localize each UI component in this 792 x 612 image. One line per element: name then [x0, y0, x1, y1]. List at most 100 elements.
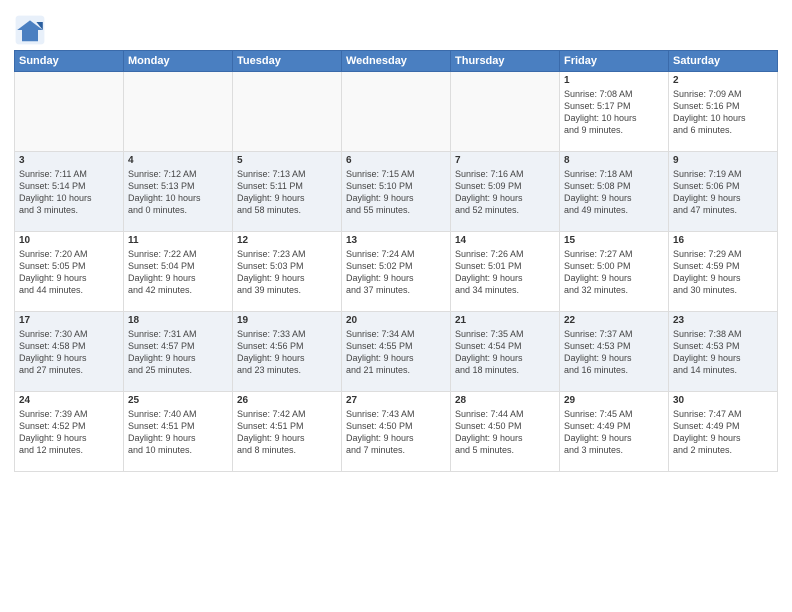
- day-number: 16: [673, 235, 773, 246]
- calendar-cell: 19 Sunrise: 7:33 AM Sunset: 4:56 PM Dayli…: [233, 312, 342, 392]
- calendar-cell: [451, 72, 560, 152]
- day-info: Sunrise: 7:18 AM Sunset: 5:08 PM Dayligh…: [564, 168, 664, 217]
- day-number: 21: [455, 315, 555, 326]
- day-info: Sunrise: 7:42 AM Sunset: 4:51 PM Dayligh…: [237, 408, 337, 457]
- col-header-thursday: Thursday: [451, 51, 560, 72]
- day-info: Sunrise: 7:12 AM Sunset: 5:13 PM Dayligh…: [128, 168, 228, 217]
- day-number: 20: [346, 315, 446, 326]
- calendar-cell: 2 Sunrise: 7:09 AM Sunset: 5:16 PM Daylig…: [669, 72, 778, 152]
- calendar-header-row: SundayMondayTuesdayWednesdayThursdayFrid…: [15, 51, 778, 72]
- calendar-cell: 7 Sunrise: 7:16 AM Sunset: 5:09 PM Daylig…: [451, 152, 560, 232]
- calendar-cell: 24 Sunrise: 7:39 AM Sunset: 4:52 PM Dayli…: [15, 392, 124, 472]
- day-number: 9: [673, 155, 773, 166]
- day-number: 14: [455, 235, 555, 246]
- calendar-cell: 27 Sunrise: 7:43 AM Sunset: 4:50 PM Dayli…: [342, 392, 451, 472]
- day-number: 27: [346, 395, 446, 406]
- day-number: 19: [237, 315, 337, 326]
- day-info: Sunrise: 7:15 AM Sunset: 5:10 PM Dayligh…: [346, 168, 446, 217]
- calendar-cell: [233, 72, 342, 152]
- day-info: Sunrise: 7:08 AM Sunset: 5:17 PM Dayligh…: [564, 88, 664, 137]
- day-info: Sunrise: 7:20 AM Sunset: 5:05 PM Dayligh…: [19, 248, 119, 297]
- calendar-cell: 20Sunrise: 7:34 AM Sunset: 4:55 PM Dayli…: [342, 312, 451, 392]
- day-number: 24: [19, 395, 119, 406]
- day-info: Sunrise: 7:23 AM Sunset: 5:03 PM Dayligh…: [237, 248, 337, 297]
- calendar-cell: 30Sunrise: 7:47 AM Sunset: 4:49 PM Dayli…: [669, 392, 778, 472]
- calendar-cell: 10 Sunrise: 7:20 AM Sunset: 5:05 PM Dayli…: [15, 232, 124, 312]
- calendar-cell: 1Sunrise: 7:08 AM Sunset: 5:17 PM Daylig…: [560, 72, 669, 152]
- day-info: Sunrise: 7:26 AM Sunset: 5:01 PM Dayligh…: [455, 248, 555, 297]
- calendar-cell: 3 Sunrise: 7:11 AM Sunset: 5:14 PM Daylig…: [15, 152, 124, 232]
- day-info: Sunrise: 7:19 AM Sunset: 5:06 PM Dayligh…: [673, 168, 773, 217]
- day-info: Sunrise: 7:44 AM Sunset: 4:50 PM Dayligh…: [455, 408, 555, 457]
- day-number: 6: [346, 155, 446, 166]
- calendar: SundayMondayTuesdayWednesdayThursdayFrid…: [14, 50, 778, 472]
- day-number: 3: [19, 155, 119, 166]
- day-info: Sunrise: 7:39 AM Sunset: 4:52 PM Dayligh…: [19, 408, 119, 457]
- calendar-cell: [124, 72, 233, 152]
- header: [14, 10, 778, 46]
- logo: [14, 14, 50, 46]
- col-header-wednesday: Wednesday: [342, 51, 451, 72]
- day-number: 7: [455, 155, 555, 166]
- calendar-cell: 18 Sunrise: 7:31 AM Sunset: 4:57 PM Dayli…: [124, 312, 233, 392]
- calendar-cell: 5Sunrise: 7:13 AM Sunset: 5:11 PM Daylig…: [233, 152, 342, 232]
- calendar-cell: 16 Sunrise: 7:29 AM Sunset: 4:59 PM Dayli…: [669, 232, 778, 312]
- day-info: Sunrise: 7:38 AM Sunset: 4:53 PM Dayligh…: [673, 328, 773, 377]
- day-number: 11: [128, 235, 228, 246]
- calendar-cell: 12 Sunrise: 7:23 AM Sunset: 5:03 PM Dayli…: [233, 232, 342, 312]
- day-info: Sunrise: 7:24 AM Sunset: 5:02 PM Dayligh…: [346, 248, 446, 297]
- calendar-cell: 23 Sunrise: 7:38 AM Sunset: 4:53 PM Dayli…: [669, 312, 778, 392]
- calendar-cell: 8Sunrise: 7:18 AM Sunset: 5:08 PM Daylig…: [560, 152, 669, 232]
- day-number: 23: [673, 315, 773, 326]
- calendar-cell: 17 Sunrise: 7:30 AM Sunset: 4:58 PM Dayli…: [15, 312, 124, 392]
- calendar-cell: 25Sunrise: 7:40 AM Sunset: 4:51 PM Dayli…: [124, 392, 233, 472]
- day-info: Sunrise: 7:40 AM Sunset: 4:51 PM Dayligh…: [128, 408, 228, 457]
- calendar-cell: 13Sunrise: 7:24 AM Sunset: 5:02 PM Dayli…: [342, 232, 451, 312]
- calendar-cell: 4 Sunrise: 7:12 AM Sunset: 5:13 PM Daylig…: [124, 152, 233, 232]
- col-header-sunday: Sunday: [15, 51, 124, 72]
- calendar-week-2: 3 Sunrise: 7:11 AM Sunset: 5:14 PM Daylig…: [15, 152, 778, 232]
- day-number: 5: [237, 155, 337, 166]
- day-info: Sunrise: 7:43 AM Sunset: 4:50 PM Dayligh…: [346, 408, 446, 457]
- calendar-cell: 26Sunrise: 7:42 AM Sunset: 4:51 PM Dayli…: [233, 392, 342, 472]
- calendar-cell: [15, 72, 124, 152]
- day-info: Sunrise: 7:47 AM Sunset: 4:49 PM Dayligh…: [673, 408, 773, 457]
- day-info: Sunrise: 7:16 AM Sunset: 5:09 PM Dayligh…: [455, 168, 555, 217]
- day-number: 29: [564, 395, 664, 406]
- calendar-week-1: 1Sunrise: 7:08 AM Sunset: 5:17 PM Daylig…: [15, 72, 778, 152]
- day-info: Sunrise: 7:35 AM Sunset: 4:54 PM Dayligh…: [455, 328, 555, 377]
- day-number: 2: [673, 75, 773, 86]
- page-container: SundayMondayTuesdayWednesdayThursdayFrid…: [0, 0, 792, 478]
- calendar-cell: 14 Sunrise: 7:26 AM Sunset: 5:01 PM Dayli…: [451, 232, 560, 312]
- day-number: 10: [19, 235, 119, 246]
- day-number: 28: [455, 395, 555, 406]
- day-info: Sunrise: 7:29 AM Sunset: 4:59 PM Dayligh…: [673, 248, 773, 297]
- day-number: 12: [237, 235, 337, 246]
- day-info: Sunrise: 7:30 AM Sunset: 4:58 PM Dayligh…: [19, 328, 119, 377]
- day-info: Sunrise: 7:33 AM Sunset: 4:56 PM Dayligh…: [237, 328, 337, 377]
- day-info: Sunrise: 7:31 AM Sunset: 4:57 PM Dayligh…: [128, 328, 228, 377]
- calendar-cell: 15Sunrise: 7:27 AM Sunset: 5:00 PM Dayli…: [560, 232, 669, 312]
- calendar-week-3: 10 Sunrise: 7:20 AM Sunset: 5:05 PM Dayli…: [15, 232, 778, 312]
- calendar-cell: 21 Sunrise: 7:35 AM Sunset: 4:54 PM Dayli…: [451, 312, 560, 392]
- calendar-week-4: 17 Sunrise: 7:30 AM Sunset: 4:58 PM Dayli…: [15, 312, 778, 392]
- col-header-saturday: Saturday: [669, 51, 778, 72]
- calendar-cell: 9 Sunrise: 7:19 AM Sunset: 5:06 PM Daylig…: [669, 152, 778, 232]
- day-info: Sunrise: 7:09 AM Sunset: 5:16 PM Dayligh…: [673, 88, 773, 137]
- day-number: 18: [128, 315, 228, 326]
- calendar-cell: 28 Sunrise: 7:44 AM Sunset: 4:50 PM Dayli…: [451, 392, 560, 472]
- calendar-cell: 29 Sunrise: 7:45 AM Sunset: 4:49 PM Dayli…: [560, 392, 669, 472]
- day-number: 17: [19, 315, 119, 326]
- calendar-cell: 6 Sunrise: 7:15 AM Sunset: 5:10 PM Daylig…: [342, 152, 451, 232]
- day-info: Sunrise: 7:45 AM Sunset: 4:49 PM Dayligh…: [564, 408, 664, 457]
- day-info: Sunrise: 7:22 AM Sunset: 5:04 PM Dayligh…: [128, 248, 228, 297]
- calendar-week-5: 24 Sunrise: 7:39 AM Sunset: 4:52 PM Dayli…: [15, 392, 778, 472]
- day-info: Sunrise: 7:37 AM Sunset: 4:53 PM Dayligh…: [564, 328, 664, 377]
- col-header-friday: Friday: [560, 51, 669, 72]
- day-number: 4: [128, 155, 228, 166]
- day-info: Sunrise: 7:11 AM Sunset: 5:14 PM Dayligh…: [19, 168, 119, 217]
- logo-icon: [14, 14, 46, 46]
- day-number: 22: [564, 315, 664, 326]
- col-header-tuesday: Tuesday: [233, 51, 342, 72]
- calendar-cell: 11 Sunrise: 7:22 AM Sunset: 5:04 PM Dayli…: [124, 232, 233, 312]
